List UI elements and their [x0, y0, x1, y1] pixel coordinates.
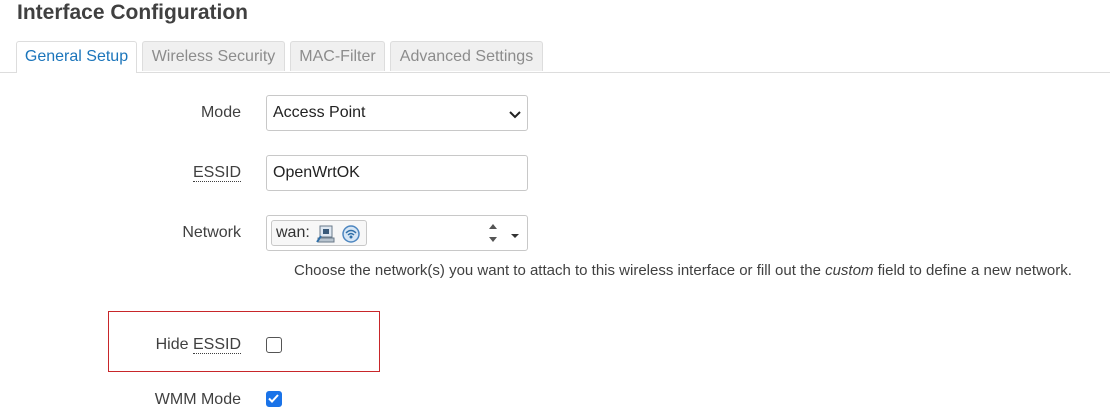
- wmm-mode-checkbox[interactable]: [266, 391, 282, 407]
- essid-label: ESSID: [192, 164, 241, 182]
- essid-input[interactable]: OpenWrtOK: [266, 155, 528, 191]
- hide-essid-checkbox[interactable]: [266, 337, 282, 353]
- mode-select[interactable]: Access Point: [266, 95, 528, 131]
- network-help-text: Choose the network(s) you want to attach…: [294, 259, 1084, 283]
- help-text-emphasis: custom: [825, 262, 874, 279]
- help-text-part: Choose the network(s) you want to attach…: [294, 262, 826, 279]
- checkmark-icon: [268, 394, 279, 403]
- network-label: Network: [182, 224, 241, 241]
- mode-select-value: Access Point: [273, 104, 366, 121]
- chevron-down-icon: [509, 107, 521, 125]
- help-text-part: field to define a new network.: [873, 262, 1072, 279]
- tab-mac-filter[interactable]: MAC-Filter: [290, 41, 385, 71]
- wireless-network-icon: [341, 224, 361, 249]
- tab-bar: General Setup Wireless Security MAC-Filt…: [0, 41, 1110, 73]
- ethernet-port-icon: [316, 224, 336, 249]
- network-select[interactable]: wan:: [266, 215, 528, 251]
- wmm-mode-label: WMM Mode: [154, 391, 241, 408]
- mode-label: Mode: [200, 104, 241, 121]
- network-chip-label: wan:: [276, 224, 310, 241]
- tab-general-setup[interactable]: General Setup: [16, 41, 137, 73]
- hide-essid-label: Hide ESSID: [156, 336, 241, 354]
- network-chip-wan[interactable]: wan:: [271, 220, 367, 246]
- page-title: Interface Configuration: [17, 1, 249, 24]
- essid-label-text: ESSID: [192, 164, 241, 182]
- highlight-box: [108, 311, 380, 372]
- tab-wireless-security[interactable]: Wireless Security: [142, 41, 285, 71]
- hide-essid-label-prefix: Hide: [155, 336, 193, 353]
- hide-essid-label-abbr: ESSID: [192, 336, 241, 354]
- dropdown-caret-icon[interactable]: [511, 227, 519, 245]
- tab-advanced-settings[interactable]: Advanced Settings: [390, 41, 543, 71]
- network-spinner[interactable]: [485, 218, 501, 248]
